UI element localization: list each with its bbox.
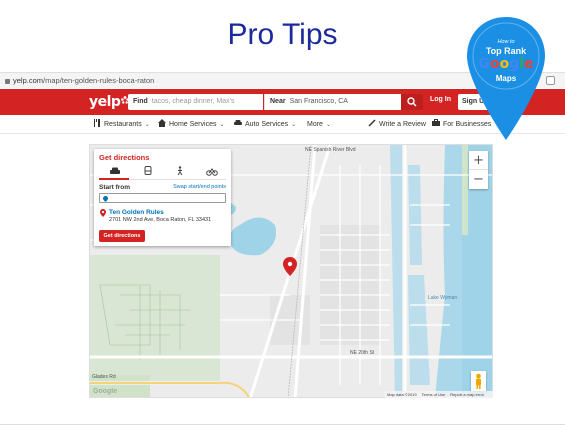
map-footer: Map data ©2019 Terms of Use Report a map e… <box>385 391 493 398</box>
search-button[interactable] <box>401 94 423 110</box>
transit-icon[interactable] <box>142 166 154 176</box>
divider <box>0 424 565 425</box>
badge-line2: Top Rank <box>485 46 527 56</box>
destination-pin-icon <box>100 209 106 217</box>
directions-title: Get directions <box>99 153 150 162</box>
location-pin-icon <box>103 196 108 202</box>
near-label: Near <box>270 98 286 105</box>
url-path: /map/ten-golden-rules-boca-raton <box>43 76 155 85</box>
road-label: NE 20th St <box>350 350 375 356</box>
search-icon <box>407 97 417 107</box>
car-icon <box>234 120 242 125</box>
get-directions-button[interactable]: Get directions <box>99 230 145 242</box>
nav-more[interactable]: More ⌄ <box>307 119 331 131</box>
car-icon[interactable] <box>109 166 121 176</box>
chevron-down-icon: ⌄ <box>219 122 225 128</box>
zoom-in-button[interactable]: + <box>469 151 488 170</box>
yelp-logo-text: yelp <box>89 94 121 110</box>
terms-link[interactable]: Terms of Use <box>422 392 446 397</box>
google-watermark: Google <box>93 388 118 395</box>
nav-label: Restaurants <box>104 121 142 128</box>
chevron-down-icon: ⌄ <box>144 122 150 128</box>
report-error-link[interactable]: Report a map error <box>450 392 484 397</box>
near-value: San Francisco, CA <box>289 98 348 105</box>
yelp-logo[interactable]: yelp <box>89 94 130 110</box>
bike-icon[interactable] <box>206 166 218 176</box>
nav-label: Home Services <box>169 121 217 128</box>
slide: Pro Tips yelp.com/map/ten-golden-rules-b… <box>0 0 565 426</box>
road-label: NE Spanish River Blvd <box>305 147 356 153</box>
login-link[interactable]: Log In <box>430 96 451 103</box>
top-rank-google-maps-badge: How to Top Rank Google Maps <box>461 12 551 152</box>
find-placeholder: tacos, cheap dinner, Max's <box>151 98 235 105</box>
nav-write-review[interactable]: Write a Review <box>368 119 426 130</box>
nav-home-services[interactable]: Home Services ⌄ <box>158 119 225 131</box>
fork-knife-icon <box>94 119 100 127</box>
find-input[interactable]: Find tacos, cheap dinner, Max's <box>128 94 263 110</box>
find-label: Find <box>133 98 148 105</box>
url-host: yelp.com <box>13 76 44 85</box>
active-mode-indicator <box>99 178 129 180</box>
swap-points-link[interactable]: Swap start/end points <box>173 184 226 190</box>
badge-google-word: Google <box>478 56 534 72</box>
place-label: Lake Wyman <box>428 295 458 301</box>
walk-icon[interactable] <box>174 166 186 176</box>
directions-panel: Get directions Start from Swap start/end… <box>94 149 231 246</box>
destination-address: 2701 NW 2nd Ave, Boca Raton, FL 33431 <box>109 217 212 223</box>
nav-label: Write a Review <box>379 121 426 128</box>
lock-icon <box>5 78 10 84</box>
house-icon <box>158 119 166 127</box>
start-from-label: Start from <box>99 184 131 191</box>
badge-line1: How to <box>497 39 515 45</box>
start-from-input[interactable] <box>99 193 226 203</box>
badge-line4: Maps <box>495 74 517 83</box>
chevron-down-icon: ⌄ <box>325 122 331 128</box>
zoom-controls: + − <box>469 151 488 189</box>
road-label: Glades Rd <box>92 374 116 380</box>
nav-auto-services[interactable]: Auto Services ⌄ <box>234 119 296 131</box>
nav-label: Auto Services <box>245 121 289 128</box>
street-view-pegman-icon[interactable] <box>471 371 486 391</box>
chevron-down-icon: ⌄ <box>291 122 297 128</box>
zoom-out-button[interactable]: − <box>469 170 488 189</box>
briefcase-icon <box>432 119 440 126</box>
destination-name[interactable]: Ten Golden Rules <box>109 209 164 216</box>
nav-label: More <box>307 121 323 128</box>
pencil-icon <box>368 119 376 127</box>
near-input[interactable]: Near San Francisco, CA <box>264 94 401 110</box>
nav-restaurants[interactable]: Restaurants ⌄ <box>93 119 150 131</box>
map-data-credit: Map data ©2019 <box>387 392 417 397</box>
